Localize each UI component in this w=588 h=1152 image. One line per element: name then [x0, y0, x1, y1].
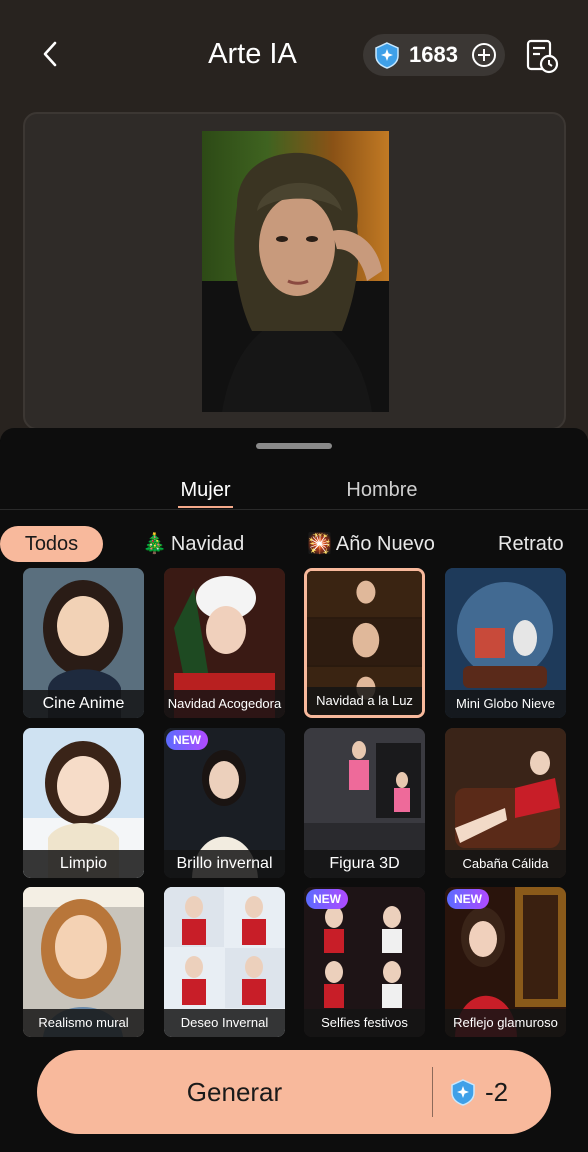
style-label: Figura 3D: [304, 850, 425, 878]
photo-preview-frame: [23, 112, 566, 430]
category-label: Todos: [24, 533, 79, 555]
style-card[interactable]: Realismo mural: [23, 887, 144, 1037]
category-tabs: Todos 🎄 Navidad 🎇 Año Nuevo Retrato: [0, 524, 588, 564]
divider: [0, 509, 588, 510]
credits-pill[interactable]: 1683: [363, 34, 505, 76]
style-label: Cabaña Cálida: [445, 850, 566, 878]
tab-hombre[interactable]: Hombre: [335, 474, 429, 506]
drag-handle[interactable]: [256, 443, 332, 449]
style-label: Limpio: [23, 850, 144, 878]
style-label: Navidad Acogedora: [164, 690, 285, 718]
header: Arte IA 1683: [0, 0, 588, 110]
style-card[interactable]: Limpio: [23, 728, 144, 878]
new-badge: NEW: [306, 889, 348, 909]
style-label: Reflejo glamuroso: [445, 1009, 566, 1037]
style-card[interactable]: Figura 3D: [304, 728, 425, 878]
category-label: Retrato: [498, 533, 564, 555]
style-card[interactable]: NEW Selfies festivos: [304, 887, 425, 1037]
category-todos[interactable]: Todos: [0, 526, 103, 562]
style-card[interactable]: NEW Brillo invernal: [164, 728, 285, 878]
style-card[interactable]: Cine Anime: [23, 568, 144, 718]
style-label: Brillo invernal: [164, 850, 285, 878]
category-retrato[interactable]: Retrato: [498, 526, 564, 562]
style-label: Selfies festivos: [304, 1009, 425, 1037]
fireworks-icon: 🎇: [307, 533, 332, 555]
generate-separator: [432, 1067, 433, 1117]
generate-cost: -2: [449, 1076, 539, 1108]
generate-cost-value: -2: [485, 1076, 509, 1107]
history-icon[interactable]: [524, 38, 560, 74]
uploaded-photo[interactable]: [202, 131, 389, 412]
style-label: Cine Anime: [23, 690, 144, 718]
generate-label: Generar: [186, 1077, 283, 1107]
page-title: Arte IA: [208, 38, 297, 70]
back-button[interactable]: [28, 34, 72, 74]
style-label: Navidad a la Luz: [307, 687, 422, 715]
app-screen: Arte IA 1683 Mujer Hombre Todos 🎄 Navida…: [0, 0, 588, 1152]
category-ano-nuevo[interactable]: 🎇 Año Nuevo: [307, 526, 435, 562]
add-credits-icon[interactable]: [471, 42, 497, 68]
chevron-left-icon: [43, 41, 57, 67]
style-card[interactable]: Navidad Acogedora: [164, 568, 285, 718]
style-card[interactable]: Cabaña Cálida: [445, 728, 566, 878]
new-badge: NEW: [166, 730, 208, 750]
category-label: Navidad: [170, 533, 245, 555]
new-badge: NEW: [447, 889, 489, 909]
credits-count: 1683: [409, 42, 458, 67]
style-sheet: Mujer Hombre Todos 🎄 Navidad 🎇 Año Nuevo…: [0, 428, 588, 1152]
style-card-selected[interactable]: Navidad a la Luz: [304, 568, 425, 718]
category-label: Año Nuevo: [335, 533, 435, 555]
style-label: Mini Globo Nieve: [445, 690, 566, 718]
gender-tabs: Mujer Hombre: [0, 468, 588, 510]
christmas-tree-icon: 🎄: [142, 533, 167, 555]
credit-gem-icon: [451, 1079, 475, 1106]
style-card[interactable]: Deseo Invernal: [164, 887, 285, 1037]
style-label: Realismo mural: [23, 1009, 144, 1037]
category-navidad[interactable]: 🎄 Navidad: [142, 526, 244, 562]
style-card[interactable]: Mini Globo Nieve: [445, 568, 566, 718]
tab-underline: [178, 506, 233, 508]
tab-mujer[interactable]: Mujer: [170, 474, 241, 506]
generate-button[interactable]: Generar -2: [37, 1050, 551, 1134]
style-card[interactable]: NEW Reflejo glamuroso: [445, 887, 566, 1037]
credit-gem-icon: [375, 42, 399, 69]
top-area: Arte IA 1683: [0, 0, 588, 440]
style-label: Deseo Invernal: [164, 1009, 285, 1037]
style-grid: Cine Anime Navidad Acogedora Navidad a l…: [0, 568, 588, 1037]
